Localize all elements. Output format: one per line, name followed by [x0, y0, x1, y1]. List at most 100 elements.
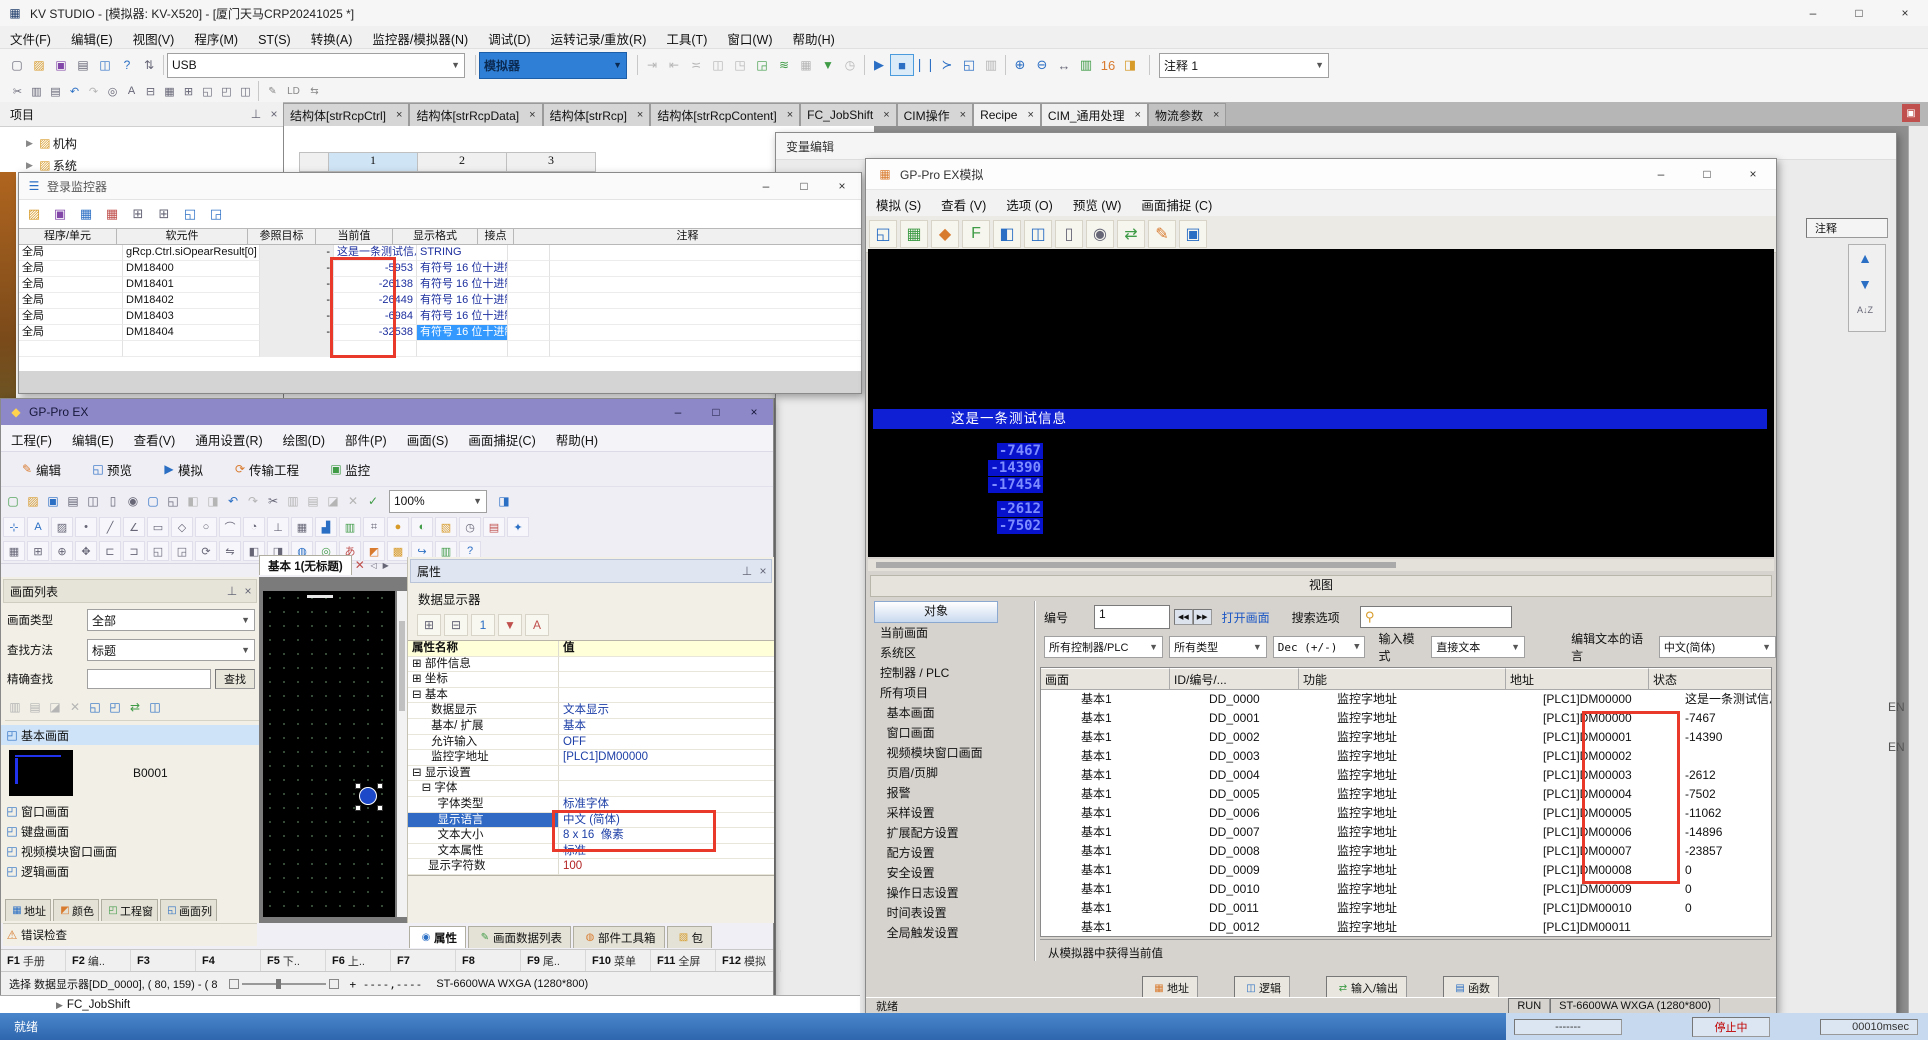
property-row[interactable]: ⊟ 基本 [408, 688, 774, 704]
sim-table-row[interactable]: 基本1 DD_0000 监控字地址 [PLC1]DM00000 这是一条测试信息 [1041, 690, 1771, 709]
property-row[interactable]: 文本属性 标准 [408, 844, 774, 860]
sim-titlebar[interactable]: ▦ GP-Pro EX模拟 – □ × [866, 159, 1776, 190]
tab-close-icon[interactable]: × [637, 109, 643, 121]
minimize-button[interactable]: – [1790, 0, 1836, 26]
document-tab[interactable]: 结构体[strRcpContent] × [650, 103, 800, 127]
fkey-button[interactable]: F1手册 [1, 950, 66, 972]
exact-search-input[interactable] [87, 669, 211, 689]
hex-16-icon[interactable]: 16 [1097, 55, 1119, 75]
address-view-icon[interactable]: ▦ [900, 220, 928, 248]
maximize-button[interactable]: □ [1836, 0, 1882, 26]
preview-icon[interactable]: ◱ [85, 697, 105, 717]
close-button[interactable]: × [1730, 159, 1776, 189]
gppro-menu-item[interactable]: 工程(F) [1, 427, 62, 452]
plc-transfer-icon[interactable]: ⇅ [138, 55, 160, 75]
tab-scroll-right-icon[interactable]: ▶ [380, 555, 392, 575]
vsplit-icon[interactable]: ◫ [1024, 220, 1052, 248]
open-folder-icon[interactable]: ▨ [28, 55, 50, 75]
capture-icon[interactable]: ◉ [123, 491, 143, 511]
screen-group-keyboard[interactable]: ◰键盘画面 [1, 821, 259, 841]
fkey-button[interactable]: F3 [131, 950, 196, 972]
fkey-button[interactable]: F8 [456, 950, 521, 972]
minimize-button[interactable]: – [1638, 159, 1684, 189]
watch-row[interactable]: 全局 DM18402 - -26449 有符号 16 位十进制数 [19, 293, 861, 309]
delete-icon[interactable]: ✕ [343, 491, 363, 511]
sim-table-row[interactable]: 基本1 DD_0005 监控字地址 [PLC1]DM00004 -7502 [1041, 785, 1771, 804]
delete-icon[interactable]: ✕ [65, 697, 85, 717]
arc-tool-icon[interactable]: ⌒ [219, 517, 241, 537]
print-icon[interactable]: ▤ [63, 491, 83, 511]
tabstrip-extra-button[interactable]: ▣ [1902, 104, 1920, 122]
gppro-menu-item[interactable]: 帮助(H) [546, 427, 608, 452]
sim-write-icon[interactable]: ▼ [817, 55, 839, 75]
mode-combo[interactable]: 模拟器▼ [479, 52, 627, 79]
fkey-button[interactable]: F4 [196, 950, 261, 972]
dock-tab[interactable]: ◱ 画面列 [160, 899, 217, 921]
fkey-button[interactable]: F12模拟 [716, 950, 781, 972]
close-button[interactable]: × [735, 401, 773, 423]
dot-tool-icon[interactable]: • [75, 517, 97, 537]
gppro-menu-item[interactable]: 画面(S) [397, 427, 459, 452]
sim-monitor-icon[interactable]: ◲ [205, 204, 227, 224]
expand-all-icon[interactable]: ⊞ [417, 614, 441, 636]
object-tree-item[interactable]: 配方设置 [874, 843, 1034, 863]
select-tool-icon[interactable]: ⊹ [3, 517, 25, 537]
print-icon[interactable]: ▤ [72, 55, 94, 75]
edit-lang-combo[interactable]: 中文(简体)▼ [1659, 636, 1776, 658]
write-icon[interactable]: ◲ [751, 55, 773, 75]
cascade-icon[interactable]: ◰ [217, 81, 236, 101]
align-left-icon[interactable]: ⊏ [99, 541, 121, 561]
alarm-tool-icon[interactable]: ▤ [483, 517, 505, 537]
transfer-icon[interactable]: ⇄ [1117, 220, 1145, 248]
maximize-button[interactable]: □ [1684, 159, 1730, 189]
undo-icon[interactable]: ↶ [65, 81, 84, 101]
chevron-right-icon[interactable]: ▶ [26, 138, 33, 149]
screen-group-logic[interactable]: ◰逻辑画面 [1, 861, 259, 881]
grid-toggle-icon[interactable]: ▦ [3, 541, 25, 561]
document-tab[interactable]: 物流参数 × [1148, 103, 1226, 127]
scale-tool-icon[interactable]: ⊥ [267, 517, 289, 537]
monitor-window-icon[interactable]: ◱ [958, 55, 980, 75]
error-check-tab[interactable]: ⚠ 错误检查 [3, 923, 257, 946]
sim-table-row[interactable]: 基本1 DD_0009 监控字地址 [PLC1]DM00008 0 [1041, 861, 1771, 880]
search-options-label[interactable]: 搜索选项 [1292, 609, 1340, 626]
object-tree-item[interactable]: 报警 [874, 783, 1034, 803]
mode-button[interactable]: ⟳ 传输工程 [220, 455, 310, 483]
object-tree-item[interactable]: 视频模块窗口画面 [874, 743, 1034, 763]
property-row[interactable]: 允许输入 OFF [408, 735, 774, 751]
rotate-icon[interactable]: ⟳ [195, 541, 217, 561]
insert-row-icon[interactable]: ⊞ [179, 81, 198, 101]
sim-table-row[interactable]: 基本1 DD_0001 监控字地址 [PLC1]DM00000 -7467 [1041, 709, 1771, 728]
mode-button[interactable]: ✎ 编辑 [7, 455, 72, 483]
filter-abc-icon[interactable]: A [525, 614, 549, 636]
mode-button[interactable]: ◱ 预览 [78, 455, 143, 483]
copy-screen-icon[interactable]: ▯ [1055, 220, 1083, 248]
next-screen-icon[interactable]: ◨ [203, 491, 223, 511]
grid-col-2[interactable]: 2 [418, 152, 507, 172]
sim-table-row[interactable]: 基本1 DD_0004 监控字地址 [PLC1]DM00003 -2612 [1041, 766, 1771, 785]
screen-group-video[interactable]: ◰视频模块窗口画面 [1, 841, 259, 861]
gppro-menu-item[interactable]: 通用设置(R) [185, 427, 272, 452]
edit-comment-icon[interactable]: ✎ [262, 81, 283, 101]
find-device-icon[interactable]: A [122, 81, 141, 101]
document-tab[interactable]: CIM_通用处理 × [1041, 103, 1148, 127]
watch-row[interactable]: 全局 DM18403 - -6984 有符号 16 位十进制数 [19, 309, 861, 325]
window-icon[interactable]: ◱ [198, 81, 217, 101]
mode-button[interactable]: ▣ 监控 [316, 455, 381, 483]
tab-close-icon[interactable]: × [960, 109, 966, 121]
usb-monitor-icon[interactable]: ◱ [179, 204, 201, 224]
graph-tool-icon[interactable]: ▟ [315, 517, 337, 537]
polyline-tool-icon[interactable]: ∠ [123, 517, 145, 537]
transfer-to-plc-icon[interactable]: ⇥ [641, 55, 663, 75]
sim-table-row[interactable]: 基本1 DD_0003 监控字地址 [PLC1]DM00002 [1041, 747, 1771, 766]
save-icon[interactable]: ▣ [49, 204, 71, 224]
clock-icon[interactable]: ◷ [839, 55, 861, 75]
new-file-icon[interactable]: ▢ [6, 55, 28, 75]
ld-out-icon[interactable]: LD [283, 81, 304, 101]
kv-menu-item[interactable]: ST(S) [248, 30, 301, 50]
gppro-bottom-tab[interactable]: ✎ 画面数据列表 [468, 926, 571, 948]
error-check-icon[interactable]: ✓ [363, 491, 383, 511]
prev-screen-icon[interactable]: ◧ [183, 491, 203, 511]
chevron-right-icon[interactable]: ▶ [26, 160, 33, 171]
page-1-icon[interactable]: 1 [471, 614, 495, 636]
